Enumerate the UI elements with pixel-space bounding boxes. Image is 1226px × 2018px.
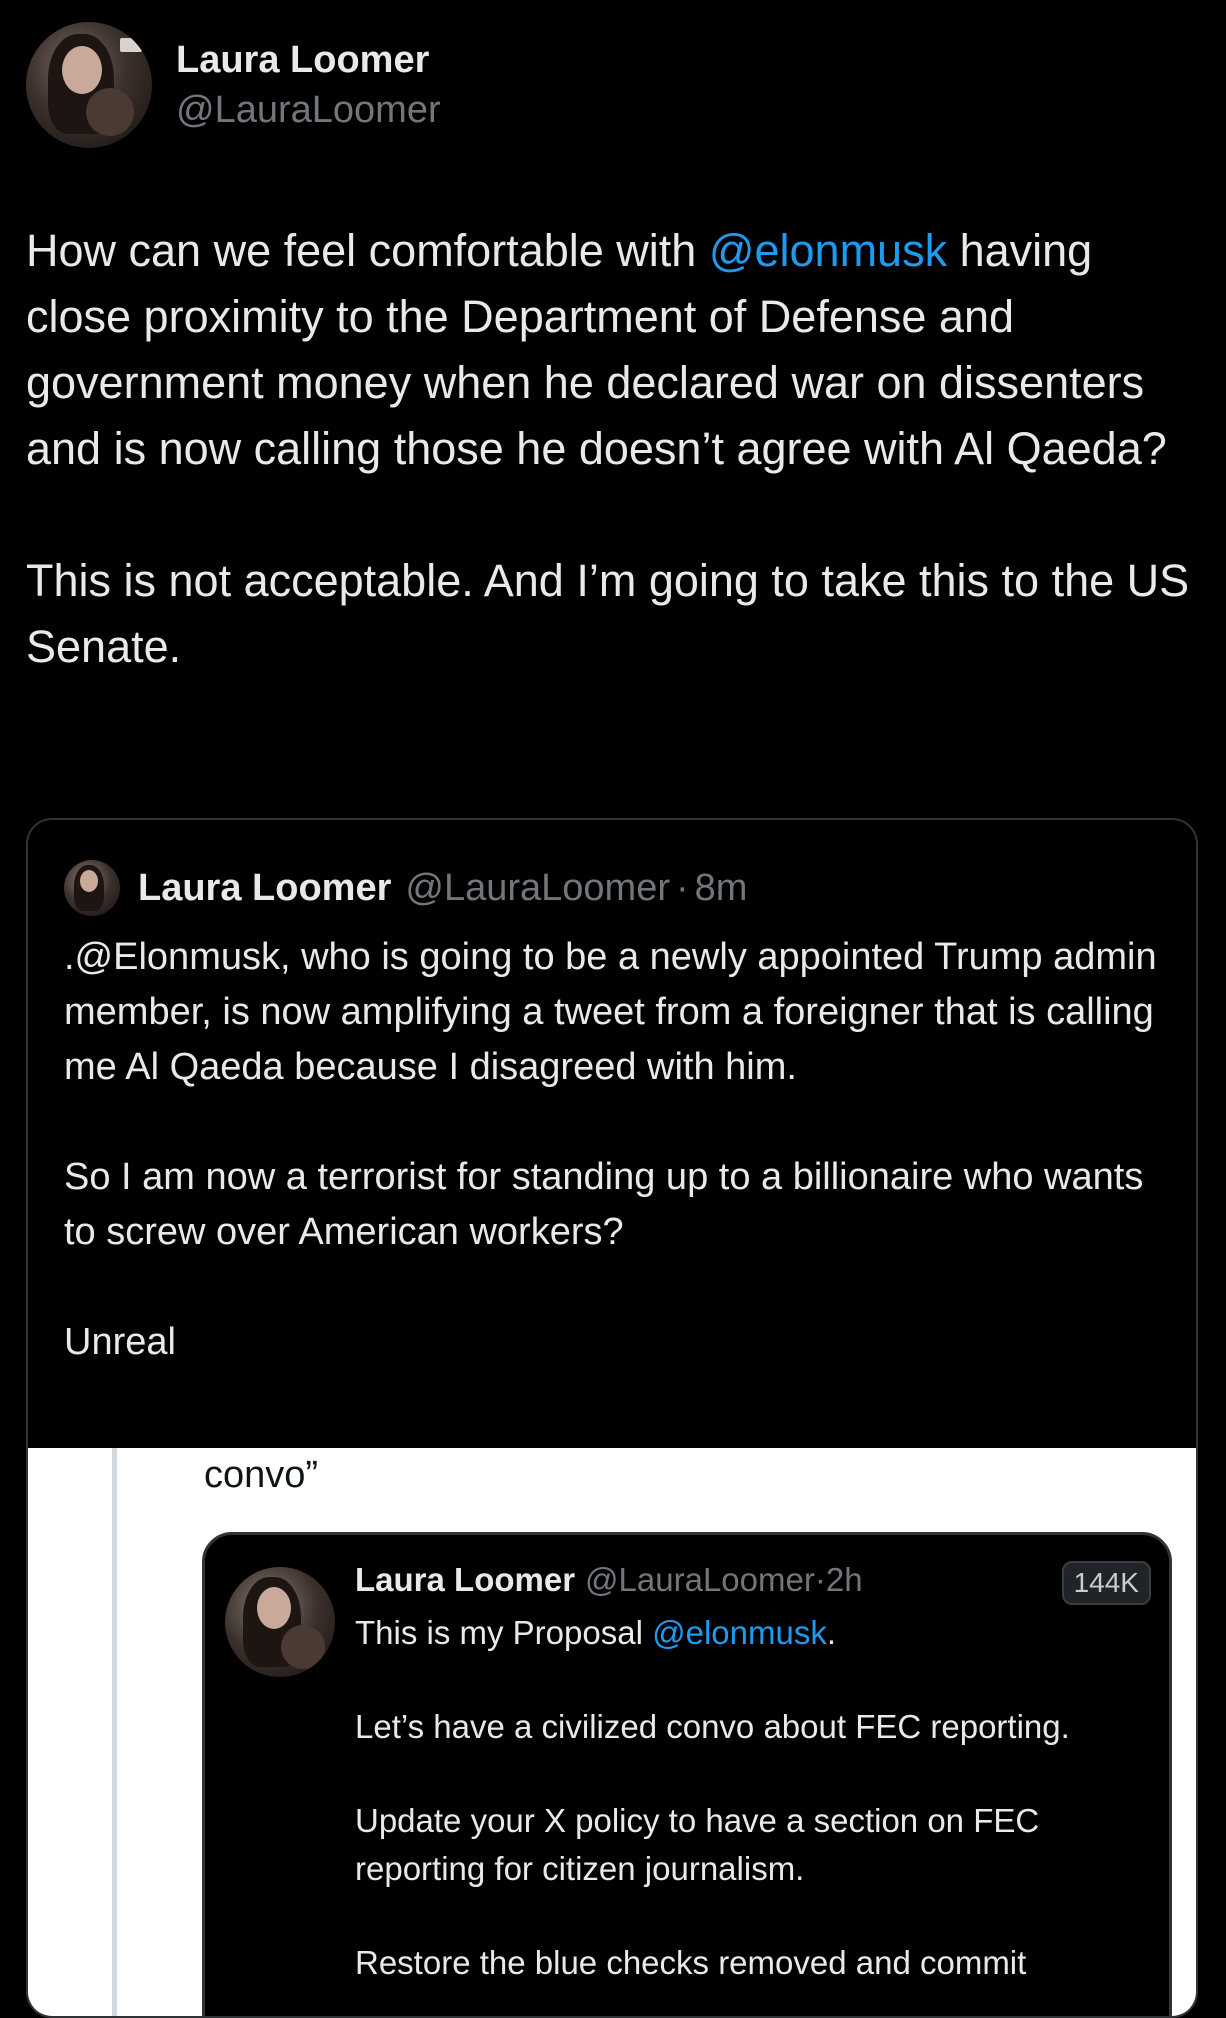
tweet-header: Laura Loomer @LauraLoomer	[26, 22, 441, 148]
inner-mention: @elonmusk	[652, 1614, 827, 1651]
quoted-paragraph-2: So I am now a terrorist for standing up …	[64, 1156, 1144, 1253]
quoted-author-display-name: Laura Loomer	[138, 866, 392, 909]
inner-paragraph-4: Restore the blue checks removed and comm…	[355, 1944, 1027, 1981]
inner-tweet-header: Laura Loomer @LauraLoomer·2h	[355, 1561, 863, 1599]
author-avatar[interactable]	[26, 22, 152, 148]
inner-paragraph-3: Update your X policy to have a section o…	[355, 1802, 1040, 1887]
screenshot-convo-text: convo”	[204, 1454, 319, 1496]
quoted-tweet-body: .@Elonmusk, who is going to be a newly a…	[64, 930, 1174, 1370]
inner-tweet-card: Laura Loomer @LauraLoomer·2h 144K This is…	[202, 1532, 1172, 2016]
quoted-tweet-header: Laura Loomer @LauraLoomer · 8m	[64, 860, 747, 916]
tweet-text-segment: How can we feel comfortable with	[26, 225, 709, 276]
quoted-paragraph-3: Unreal	[64, 1321, 176, 1363]
embedded-screenshot-image: convo” Laura Loomer @LauraLoomer·2h 144K …	[28, 1448, 1196, 2016]
inner-paragraph-1: This is my Proposal @elonmusk.	[355, 1609, 1155, 1657]
inner-paragraph-2: Let’s have a civilized convo about FEC r…	[355, 1708, 1070, 1745]
quoted-tweet-card[interactable]: Laura Loomer @LauraLoomer · 8m .@Elonmus…	[26, 818, 1198, 2018]
inner-tweet-timestamp: 2h	[825, 1561, 863, 1598]
tweet-paragraph-1: How can we feel comfortable with @elonmu…	[26, 218, 1206, 482]
thread-line	[112, 1448, 117, 2016]
quoted-author-handle: @LauraLoomer	[405, 866, 670, 909]
tweet-paragraph-2: This is not acceptable. And I’m going to…	[26, 555, 1190, 672]
mention-link[interactable]: @elonmusk	[709, 225, 947, 276]
author-names: Laura Loomer @LauraLoomer	[176, 35, 441, 135]
tweet-body: How can we feel comfortable with @elonmu…	[26, 218, 1206, 680]
separator-dot: ·	[676, 866, 689, 909]
inner-text-segment: This is my Proposal	[355, 1614, 653, 1651]
inner-tweet-body: This is my Proposal @elonmusk. Let’s hav…	[355, 1609, 1155, 1987]
inner-text-segment: .	[826, 1614, 836, 1651]
quoted-author-avatar	[64, 860, 120, 916]
views-badge: 144K	[1061, 1561, 1151, 1605]
separator-dot: ·	[814, 1561, 826, 1598]
author-display-name[interactable]: Laura Loomer	[176, 35, 441, 85]
inner-author-display-name: Laura Loomer	[355, 1561, 576, 1598]
inner-author-avatar	[225, 1567, 335, 1677]
quoted-tweet-timestamp: 8m	[694, 866, 748, 909]
inner-author-handle: @LauraLoomer	[585, 1561, 815, 1598]
quoted-paragraph-1: .@Elonmusk, who is going to be a newly a…	[64, 936, 1157, 1088]
author-handle[interactable]: @LauraLoomer	[176, 85, 441, 135]
